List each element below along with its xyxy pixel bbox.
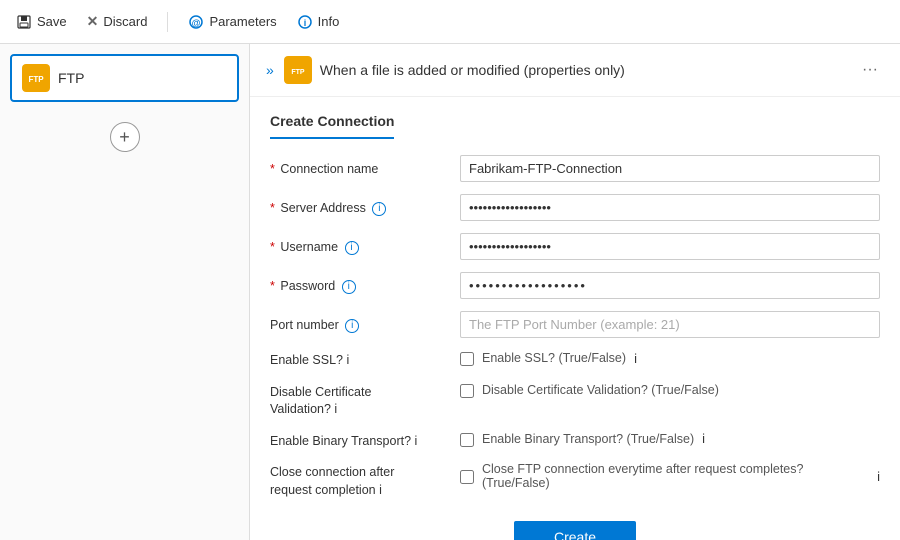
save-button[interactable]: Save xyxy=(16,14,67,30)
svg-text:@: @ xyxy=(192,18,201,28)
enable-binary-text: Enable Binary Transport? (True/False) xyxy=(482,432,694,446)
username-input[interactable] xyxy=(460,233,880,260)
enable-binary-info-icon[interactable]: i xyxy=(702,431,705,446)
sidebar: FTP FTP + xyxy=(0,44,250,540)
toolbar: Save ✕ Discard @ Parameters i Info xyxy=(0,0,900,44)
port-number-info-icon[interactable]: i xyxy=(345,319,359,333)
connection-name-input[interactable] xyxy=(460,155,880,182)
connection-name-label: * Connection name xyxy=(270,155,450,179)
disable-cert-checkbox[interactable] xyxy=(460,384,474,398)
username-label: * Username i xyxy=(270,233,450,257)
enable-binary-label-info-icon[interactable]: i xyxy=(415,434,418,448)
parameters-icon: @ xyxy=(188,14,204,30)
connection-name-row: * Connection name xyxy=(270,155,880,182)
enable-ssl-row: Enable SSL? i Enable SSL? (True/False) i xyxy=(270,350,880,370)
enable-binary-label: Enable Binary Transport? i xyxy=(270,431,450,451)
password-label: * Password i xyxy=(270,272,450,296)
svg-text:FTP: FTP xyxy=(291,69,305,76)
disable-cert-label: Disable CertificateValidation? i xyxy=(270,382,450,419)
add-node-button[interactable]: + xyxy=(110,122,140,152)
trigger-title: When a file is added or modified (proper… xyxy=(320,62,848,78)
toolbar-separator xyxy=(167,12,168,32)
close-connection-text: Close FTP connection everytime after req… xyxy=(482,462,869,490)
svg-text:FTP: FTP xyxy=(28,75,44,84)
close-connection-label: Close connection afterrequest completion… xyxy=(270,462,450,499)
close-connection-info-icon[interactable]: i xyxy=(877,469,880,484)
svg-text:i: i xyxy=(303,18,306,28)
trigger-header: » FTP When a file is added or modified (… xyxy=(250,44,900,97)
server-address-label: * Server Address i xyxy=(270,194,450,218)
close-icon: ✕ xyxy=(87,13,99,30)
more-options-button[interactable]: ··· xyxy=(856,59,884,81)
password-info-icon[interactable]: i xyxy=(342,280,356,294)
close-connection-checkbox[interactable] xyxy=(460,470,474,484)
close-connection-row: Close connection afterrequest completion… xyxy=(270,462,880,499)
port-number-input[interactable] xyxy=(460,311,880,338)
password-input[interactable] xyxy=(460,272,880,299)
ftp-icon: FTP xyxy=(22,64,50,92)
enable-ssl-label-info-icon[interactable]: i xyxy=(346,353,349,367)
ftp-node-label: FTP xyxy=(58,70,84,86)
chevrons-icon: » xyxy=(266,62,274,78)
username-row: * Username i xyxy=(270,233,880,260)
panel-title: Create Connection xyxy=(270,113,394,139)
trigger-icon: FTP xyxy=(284,56,312,84)
port-number-label: Port number i xyxy=(270,311,450,335)
username-info-icon[interactable]: i xyxy=(345,241,359,255)
server-address-info-icon[interactable]: i xyxy=(372,202,386,216)
close-connection-label-info-icon[interactable]: i xyxy=(379,483,382,497)
disable-cert-text: Disable Certificate Validation? (True/Fa… xyxy=(482,383,719,397)
parameters-button[interactable]: @ Parameters xyxy=(188,14,276,30)
connection-panel: Create Connection * Connection name * Se… xyxy=(250,97,900,540)
main-layout: FTP FTP + » FTP When a file is added or … xyxy=(0,44,900,540)
save-icon xyxy=(16,14,32,30)
disable-cert-label-info-icon[interactable]: i xyxy=(334,402,337,416)
discard-button[interactable]: ✕ Discard xyxy=(87,13,148,30)
content-panel: » FTP When a file is added or modified (… xyxy=(250,44,900,540)
port-number-row: Port number i xyxy=(270,311,880,338)
enable-ssl-checkbox[interactable] xyxy=(460,352,474,366)
info-icon: i xyxy=(297,14,313,30)
ftp-node[interactable]: FTP FTP xyxy=(10,54,239,102)
enable-ssl-info-icon[interactable]: i xyxy=(634,351,637,366)
enable-ssl-label: Enable SSL? i xyxy=(270,350,450,370)
enable-binary-row: Enable Binary Transport? i Enable Binary… xyxy=(270,431,880,451)
disable-cert-row: Disable CertificateValidation? i Disable… xyxy=(270,382,880,419)
enable-binary-checkbox[interactable] xyxy=(460,433,474,447)
server-address-row: * Server Address i xyxy=(270,194,880,221)
create-btn-row: Create xyxy=(270,511,880,540)
password-row: * Password i xyxy=(270,272,880,299)
server-address-input[interactable] xyxy=(460,194,880,221)
enable-ssl-text: Enable SSL? (True/False) xyxy=(482,351,626,365)
create-button[interactable]: Create xyxy=(514,521,636,540)
add-btn-container: + xyxy=(10,112,239,162)
info-button[interactable]: i Info xyxy=(297,14,340,30)
